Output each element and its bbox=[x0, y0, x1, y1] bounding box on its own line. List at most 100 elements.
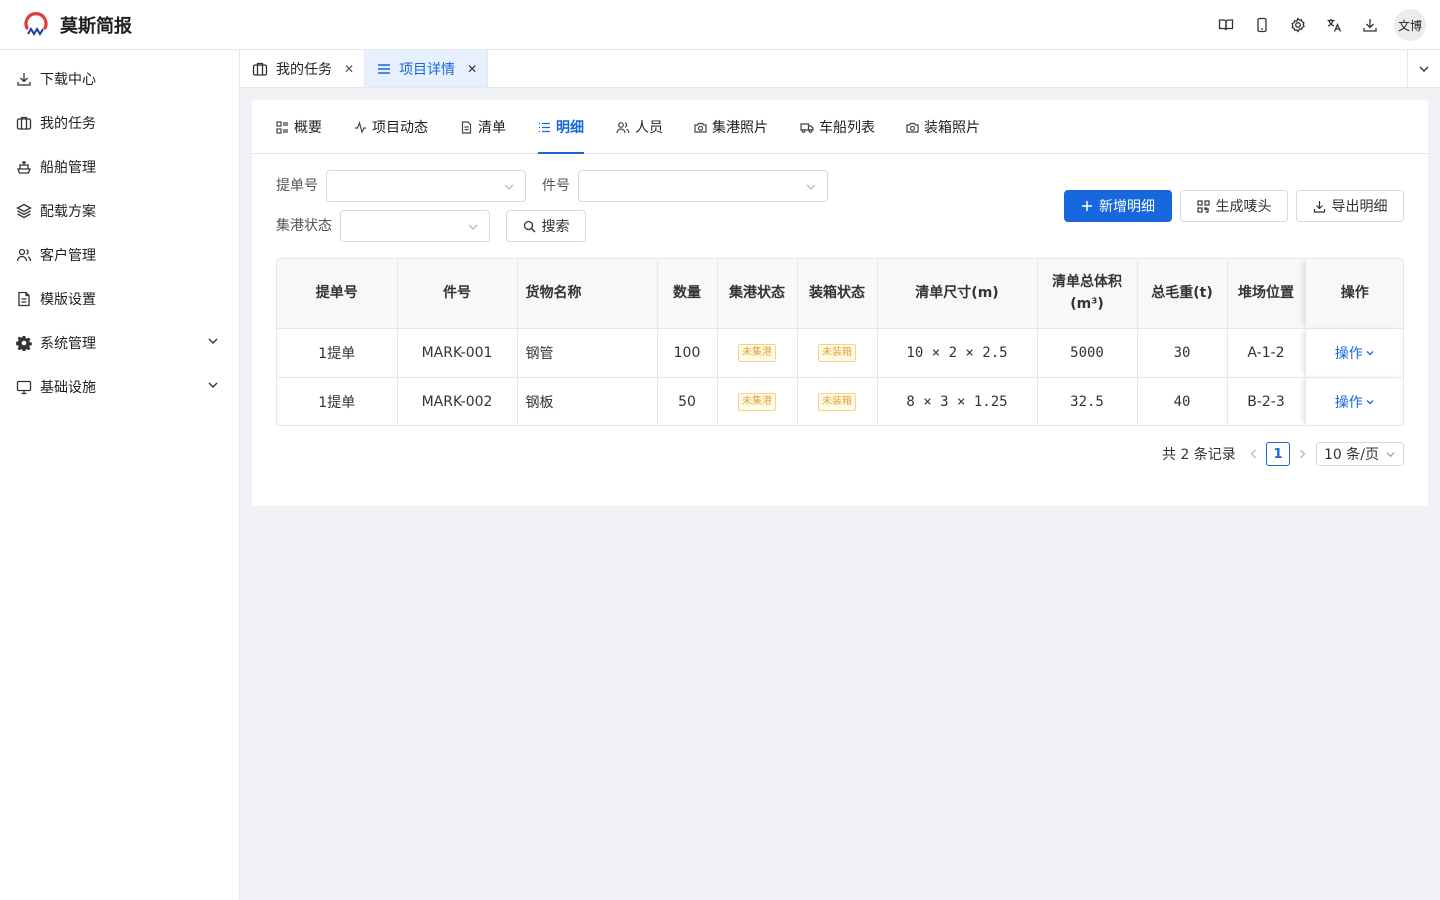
detail-table: 提单号 件号 货物名称 数量 集港状态 装箱状态 清单尺寸(m) 清单总体积 (m… bbox=[276, 258, 1404, 426]
header-line: 清单总体积 bbox=[1052, 274, 1122, 291]
table-header-row: 提单号 件号 货物名称 数量 集港状态 装箱状态 清单尺寸(m) 清单总体积 (m… bbox=[277, 259, 1403, 329]
sidebar-item-stowage[interactable]: 配载方案 bbox=[0, 189, 239, 233]
sidebar-item-label: 基础设施 bbox=[40, 380, 96, 396]
tab-overview[interactable]: 概要 bbox=[276, 100, 322, 154]
chevron-down-icon bbox=[467, 221, 479, 233]
tab-port-photos[interactable]: 集港照片 bbox=[694, 100, 768, 154]
tab-vehicle-ship-list[interactable]: 车船列表 bbox=[800, 100, 875, 154]
column-header[interactable]: 装箱状态 bbox=[797, 259, 878, 329]
mobile-icon[interactable] bbox=[1244, 8, 1280, 42]
button-label: 搜索 bbox=[541, 219, 570, 235]
status-badge: 未集港 bbox=[738, 393, 776, 412]
column-header[interactable]: 清单总体积 (m³) bbox=[1037, 259, 1138, 329]
sidebar-item-templates[interactable]: 模版设置 bbox=[0, 277, 239, 321]
sidebar-item-label: 船舶管理 bbox=[40, 160, 96, 176]
sidebar-item-my-tasks[interactable]: 我的任务 bbox=[0, 101, 239, 145]
chevron-down-icon bbox=[1366, 399, 1374, 405]
column-header[interactable]: 集港状态 bbox=[717, 259, 798, 329]
column-header: 操作 bbox=[1305, 259, 1403, 329]
tab-label: 人员 bbox=[635, 120, 663, 136]
column-header[interactable]: 堆场位置 bbox=[1227, 259, 1306, 329]
status-badge: 未装箱 bbox=[818, 393, 856, 412]
button-label: 生成唛头 bbox=[1215, 199, 1272, 215]
translate-icon[interactable] bbox=[1316, 8, 1352, 42]
chevron-left-icon[interactable] bbox=[1248, 448, 1260, 460]
cell-volume: 32.5 bbox=[1037, 377, 1138, 425]
tab-details[interactable]: 明细 bbox=[538, 100, 584, 154]
app-name: 莫斯简报 bbox=[60, 15, 132, 37]
tab-project-details[interactable]: 项目详情 ✕ bbox=[365, 50, 489, 87]
port-status-filter-select[interactable] bbox=[340, 210, 490, 242]
column-header[interactable]: 货物名称 bbox=[517, 259, 658, 329]
users-icon bbox=[16, 247, 32, 263]
cell-pack-status: 未装箱 bbox=[797, 328, 878, 378]
sidebar-item-ships[interactable]: 船舶管理 bbox=[0, 145, 239, 189]
status-badge: 未装箱 bbox=[818, 344, 856, 362]
cell-op: 操作 bbox=[1305, 377, 1403, 425]
cell-piece: MARK-001 bbox=[397, 328, 518, 378]
page-size-select[interactable]: 10 条/页 bbox=[1316, 442, 1404, 466]
truck-icon bbox=[800, 121, 814, 134]
sidebar-item-system[interactable]: 系统管理 bbox=[0, 321, 239, 365]
tab-label: 明细 bbox=[556, 120, 584, 136]
cell-size: 8 × 3 × 1.25 bbox=[877, 377, 1038, 425]
sidebar-item-label: 我的任务 bbox=[40, 116, 96, 132]
column-header[interactable]: 件号 bbox=[397, 259, 518, 329]
cell-weight: 40 bbox=[1137, 377, 1228, 425]
column-header[interactable]: 数量 bbox=[657, 259, 718, 329]
piece-filter-label: 件号 bbox=[542, 178, 570, 194]
logo[interactable]: 莫斯简报 bbox=[22, 11, 132, 38]
search-icon bbox=[523, 220, 536, 233]
cell-pack-status: 未装箱 bbox=[797, 377, 878, 425]
settings-icon[interactable] bbox=[1280, 8, 1316, 42]
cell-bill: 1提单 bbox=[277, 377, 398, 425]
activity-icon bbox=[354, 120, 367, 134]
column-header[interactable]: 总毛重(t) bbox=[1137, 259, 1228, 329]
action-label: 操作 bbox=[1334, 394, 1363, 411]
avatar[interactable]: 文博 bbox=[1394, 9, 1426, 41]
export-detail-button[interactable]: 导出明细 bbox=[1296, 190, 1404, 222]
piece-filter-select[interactable] bbox=[578, 170, 828, 202]
sidebar-item-customers[interactable]: 客户管理 bbox=[0, 233, 239, 277]
cell-piece: MARK-002 bbox=[397, 377, 518, 425]
tab-personnel[interactable]: 人员 bbox=[616, 100, 663, 154]
sidebar-item-infrastructure[interactable]: 基础设施 bbox=[0, 365, 239, 409]
row-action-dropdown[interactable]: 操作 bbox=[1335, 392, 1375, 412]
port-status-filter-label: 集港状态 bbox=[276, 218, 332, 234]
row-action-dropdown[interactable]: 操作 bbox=[1335, 343, 1375, 363]
generate-mark-button[interactable]: 生成唛头 bbox=[1180, 190, 1288, 222]
chevron-right-icon[interactable] bbox=[1296, 448, 1308, 460]
tab-packing-photos[interactable]: 装箱照片 bbox=[906, 100, 980, 154]
cell-size: 10 × 2 × 2.5 bbox=[877, 328, 1038, 378]
chevron-down-icon bbox=[805, 181, 817, 193]
header-line: (m³) bbox=[1070, 296, 1104, 313]
cell-goods: 钢管 bbox=[517, 328, 658, 378]
chevron-down-icon bbox=[207, 379, 219, 391]
close-icon[interactable]: ✕ bbox=[344, 62, 354, 76]
tab-label: 清单 bbox=[478, 120, 506, 136]
page-number[interactable]: 1 bbox=[1266, 442, 1290, 466]
search-button[interactable]: 搜索 bbox=[506, 210, 586, 242]
bill-filter-select[interactable] bbox=[326, 170, 526, 202]
add-detail-button[interactable]: 新增明细 bbox=[1064, 190, 1172, 222]
action-label: 操作 bbox=[1334, 345, 1363, 362]
camera-icon bbox=[694, 121, 707, 134]
book-icon[interactable] bbox=[1208, 8, 1244, 42]
briefcase-icon bbox=[252, 61, 268, 77]
cell-goods: 钢板 bbox=[517, 377, 658, 425]
table-row: 1提单 MARK-002 钢板 50 未集港 未装箱 8 × 3 × 1.25 … bbox=[277, 377, 1403, 425]
chevron-down-icon bbox=[207, 335, 219, 347]
tab-more-button[interactable] bbox=[1407, 50, 1440, 87]
column-header[interactable]: 提单号 bbox=[277, 259, 398, 329]
tab-list[interactable]: 清单 bbox=[460, 100, 506, 154]
sidebar-item-download-center[interactable]: 下载中心 bbox=[0, 57, 239, 101]
tab-my-tasks[interactable]: 我的任务 ✕ bbox=[240, 50, 366, 87]
document-icon bbox=[16, 291, 32, 307]
gear-icon bbox=[16, 335, 32, 351]
tab-project-activity[interactable]: 项目动态 bbox=[354, 100, 428, 154]
download-icon[interactable] bbox=[1352, 8, 1388, 42]
column-header[interactable]: 清单尺寸(m) bbox=[877, 259, 1038, 329]
close-icon[interactable]: ✕ bbox=[467, 62, 477, 76]
cell-yard: B-2-3 bbox=[1227, 377, 1306, 425]
cell-yard: A-1-2 bbox=[1227, 328, 1306, 378]
